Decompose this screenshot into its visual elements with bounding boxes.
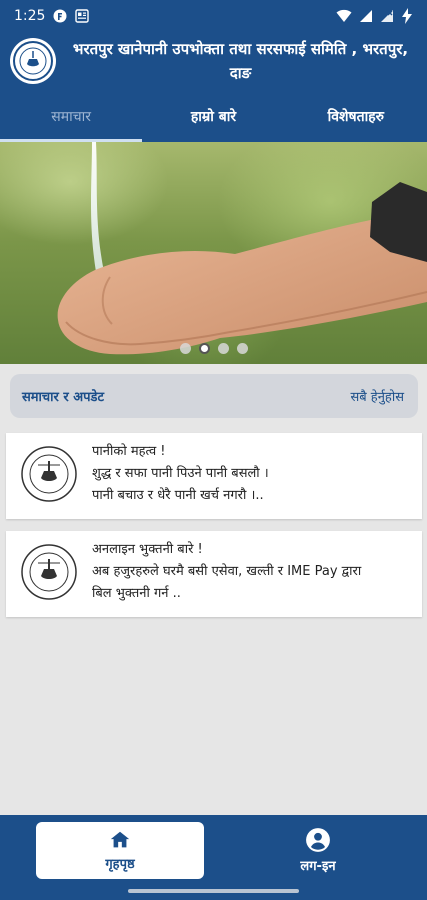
f-badge-icon [53, 9, 67, 23]
app-header: भरतपुर खानेपानी उपभोक्ता तथा सरसफाई समित… [0, 32, 427, 90]
news-snippet: बिल भुक्तनी गर्न .. [92, 586, 181, 601]
organization-logo [10, 38, 56, 84]
nav-login-button[interactable]: लग-इन [234, 822, 402, 879]
carousel-dot[interactable] [179, 343, 191, 354]
app-title: भरतपुर खानेपानी उपभोक्ता तथा सरसफाई समित… [72, 40, 409, 82]
account-circle-icon [306, 828, 330, 852]
newspaper-icon [75, 9, 90, 23]
signal-x-icon [380, 9, 394, 23]
bottom-navigation: गृहपृष्ठ लग-इन [0, 815, 427, 900]
banner-carousel[interactable] [0, 142, 427, 364]
carousel-dot[interactable] [236, 343, 248, 354]
signal-icon [359, 9, 373, 23]
battery-charging-icon [401, 8, 413, 24]
tab-news[interactable]: समाचार [0, 90, 143, 142]
see-all-link[interactable]: सबै हेर्नुहोस [350, 387, 404, 405]
news-title: अनलाइन भुक्तनी बारे ! [92, 542, 203, 557]
wifi-icon [336, 9, 352, 23]
news-section-title: समाचार र अपडेट [22, 390, 105, 405]
nav-login-label: लग-इन [300, 859, 336, 874]
nav-home-label: गृहपृष्ठ [105, 857, 135, 872]
news-snippet: पानी बचाउ र धेरै पानी खर्च नगरौ ।.. [92, 488, 264, 503]
news-section-header: समाचार र अपडेट सबै हेर्नुहोस [10, 374, 418, 418]
news-snippet: शुद्ध र सफा पानी पिउने पानी बसलौ । [92, 466, 269, 481]
organization-logo [21, 544, 77, 600]
tab-features[interactable]: विशेषताहरु [285, 90, 427, 142]
water-hands-image [57, 142, 427, 355]
news-card[interactable]: पानीको महत्व ! शुद्ध र सफा पानी पिउने पा… [6, 433, 422, 519]
news-snippet: अब हजुरहरुले घरमै बसी एसेवा, खल्ती र IME… [92, 564, 362, 579]
home-icon [110, 831, 130, 848]
organization-logo [21, 446, 77, 502]
news-title: पानीको महत्व ! [92, 444, 166, 459]
status-time: 1:25 [14, 8, 46, 24]
nav-home-button[interactable]: गृहपृष्ठ [36, 822, 204, 879]
carousel-dot-active[interactable] [198, 343, 210, 354]
tab-bar: समाचार हाम्रो बारे विशेषताहरु [0, 90, 427, 142]
carousel-dot[interactable] [217, 343, 229, 354]
gesture-bar[interactable] [128, 889, 299, 893]
status-bar: 1:25 [0, 0, 427, 32]
tab-about-us[interactable]: हाम्रो बारे [142, 90, 284, 142]
carousel-indicators [0, 343, 427, 354]
news-card[interactable]: अनलाइन भुक्तनी बारे ! अब हजुरहरुले घरमै … [6, 531, 422, 617]
